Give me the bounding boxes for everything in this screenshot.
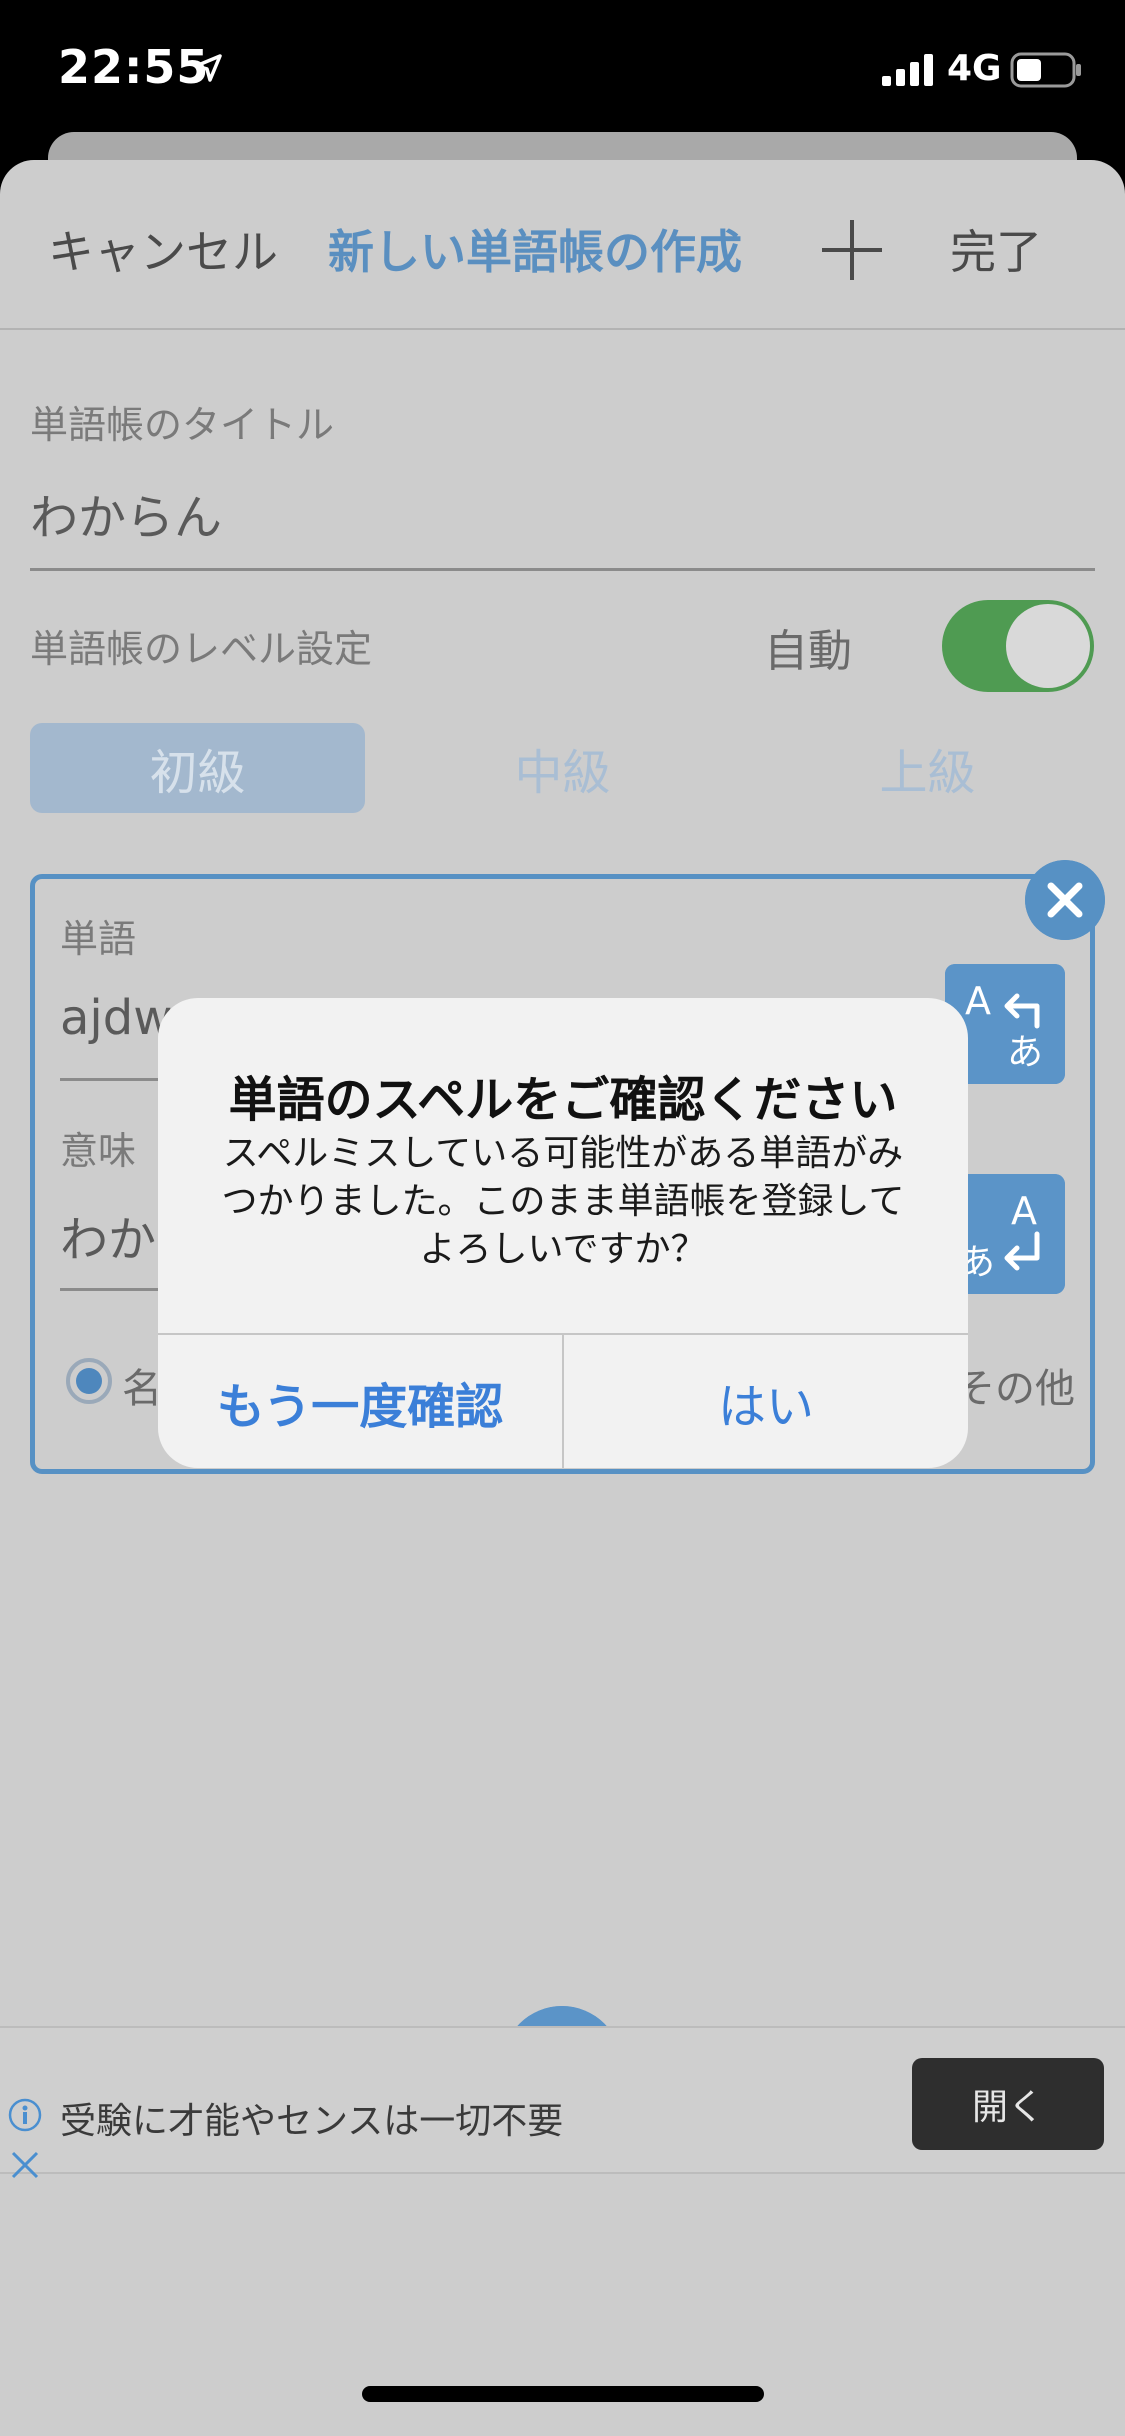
page-title: 新しい単語帳の作成 <box>328 225 742 279</box>
word-label: 単語 <box>60 917 137 961</box>
spell-check-dialog: 単語のスペルをご確認ください スペルミスしている可能性がある単語がみつかりました… <box>158 998 968 1468</box>
title-underline <box>30 568 1095 571</box>
part-of-speech-noun-label: 名 <box>122 1366 162 1412</box>
radio-selected-dot <box>76 1368 102 1394</box>
level-setting-label: 単語帳のレベル設定 <box>30 627 373 671</box>
level-tab-beginner[interactable]: 初級 <box>30 723 365 813</box>
toggle-knob <box>1006 604 1090 688</box>
status-bar: 22:55 4G <box>0 0 1125 140</box>
part-of-speech-radio[interactable] <box>66 1358 112 1404</box>
yes-button[interactable]: はい <box>564 1335 968 1468</box>
status-time: 22:55 <box>58 40 210 94</box>
close-icon[interactable] <box>1025 860 1105 940</box>
part-of-speech-other-label[interactable]: その他 <box>955 1356 1075 1414</box>
ad-text[interactable]: 受験に才能やセンスは一切不要 <box>60 2092 563 2144</box>
meaning-label: 意味 <box>60 1129 137 1173</box>
meaning-input[interactable]: わか <box>60 1200 156 1270</box>
location-arrow-icon <box>194 54 222 82</box>
svg-text:A: A <box>1011 1189 1037 1233</box>
network-type: 4G <box>947 48 1002 89</box>
wordbook-title-label: 単語帳のタイトル <box>30 403 335 447</box>
ad-close-icon[interactable] <box>8 2148 42 2182</box>
cancel-button[interactable]: キャンセル <box>48 216 278 282</box>
cellular-signal-icon <box>882 54 933 86</box>
dialog-message: スペルミスしている可能性がある単語がみつかりました。このまま単語帳を登録してよろ… <box>221 1133 905 1270</box>
home-indicator[interactable] <box>362 2386 764 2402</box>
dialog-title: 単語のスペルをご確認ください <box>228 1072 898 1128</box>
auto-level-toggle[interactable] <box>942 600 1094 692</box>
nav-bar: キャンセル 新しい単語帳の作成 完了 <box>0 160 1125 330</box>
battery-icon <box>1010 52 1081 88</box>
wordbook-title-input[interactable]: わからん <box>30 478 222 548</box>
plus-icon[interactable] <box>820 218 884 282</box>
word-input[interactable]: ajdw <box>60 990 172 1046</box>
ad-banner[interactable]: 受験に才能やセンスは一切不要 開く <box>0 2026 1125 2179</box>
svg-text:あ: あ <box>1007 1032 1043 1073</box>
svg-text:A: A <box>965 979 991 1023</box>
ad-info-icon[interactable] <box>8 2098 42 2132</box>
recheck-button[interactable]: もう一度確認 <box>158 1335 562 1468</box>
auto-label: 自動 <box>764 626 852 677</box>
level-tab-advanced[interactable]: 上級 <box>760 723 1095 813</box>
level-tab-intermediate[interactable]: 中級 <box>395 723 730 813</box>
ad-open-button[interactable]: 開く <box>912 2058 1104 2150</box>
done-button[interactable]: 完了 <box>950 216 1042 282</box>
